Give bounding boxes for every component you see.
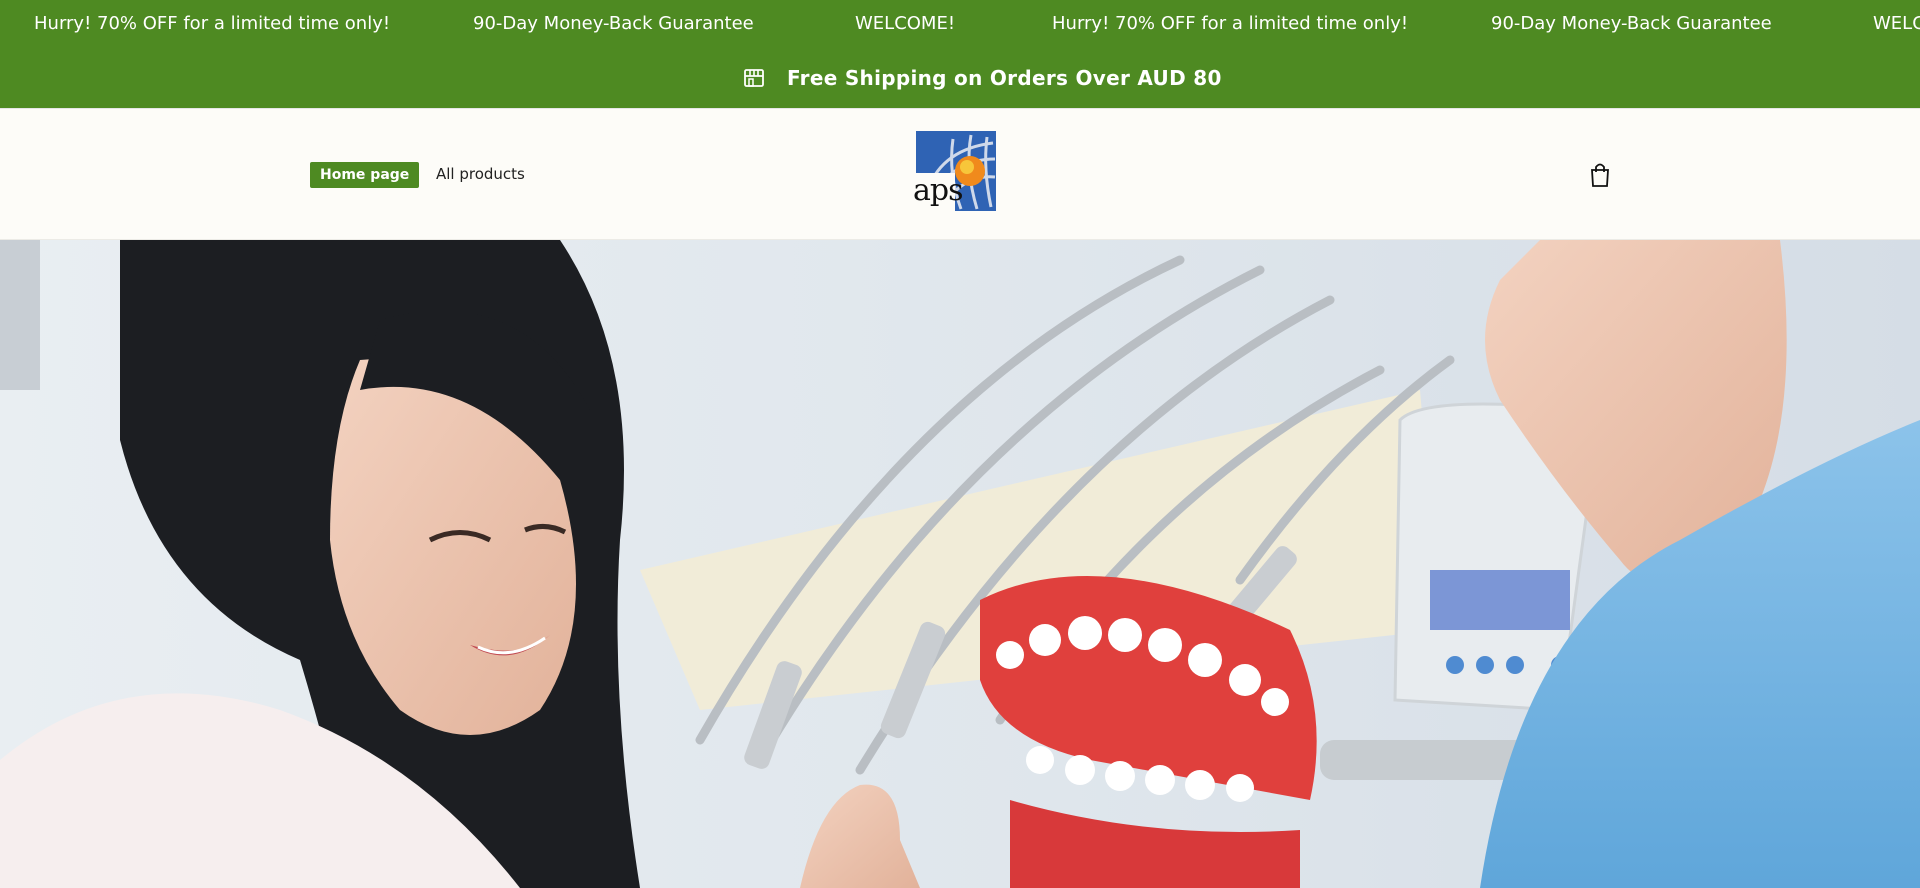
hero-image [0,240,1920,888]
ticker-item: WELCOME! [855,13,956,34]
store-icon [744,69,764,87]
ticker-item: Hurry! 70% OFF for a limited time only! [34,13,391,34]
site-header: Home page All products aps [0,109,1920,240]
nav-all-products[interactable]: All products [436,165,525,183]
nav-home-page[interactable]: Home page [310,162,420,188]
logo-text: aps [913,173,963,208]
shopping-bag-icon[interactable] [1589,162,1611,188]
ticker-item: Hurry! 70% OFF for a limited time only! [1052,13,1409,34]
hero-illustration [0,240,1920,888]
shipping-text: Free Shipping on Orders Over AUD 80 [787,66,1222,90]
announcement-ticker: Hurry! 70% OFF for a limited time only! … [0,0,1920,50]
ticker-item: 90-Day Money-Back Guarantee [1491,13,1772,34]
ticker-item: WELCOME! [1873,13,1920,34]
ticker-item: 90-Day Money-Back Guarantee [473,13,754,34]
site-logo[interactable]: aps [913,129,999,219]
shipping-banner: Free Shipping on Orders Over AUD 80 [0,50,1920,109]
